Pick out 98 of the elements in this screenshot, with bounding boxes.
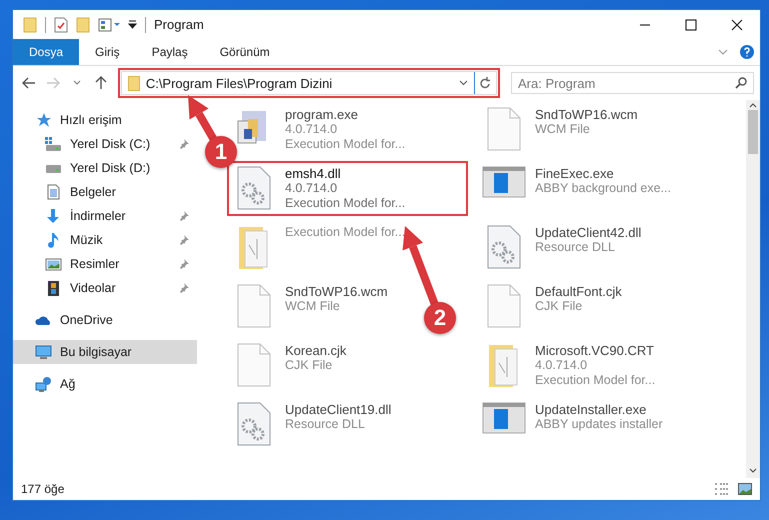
network-icon [35,376,52,392]
view-dropdown-icon[interactable] [98,18,120,32]
star-icon [35,112,52,128]
file-item[interactable]: SndToWP16.wcm WCM File [479,104,716,154]
file-detail: ABBY updates installer [535,417,663,432]
refresh-icon [479,76,492,90]
file-name: SndToWP16.wcm [535,107,638,122]
file-name: FineExec.exe [535,166,615,181]
gear-file-icon [487,225,521,269]
ribbon-tab[interactable]: Paylaş [136,39,204,65]
file-item[interactable]: FineExec.exe ABBY background exe... [479,163,716,201]
file-detail: WCM File [285,299,341,314]
file-item[interactable]: Korean.cjk CJK File [229,340,466,390]
pin-icon[interactable] [179,235,189,245]
sidebar-item[interactable]: Videolar [13,276,197,300]
file-detail: 4.0.714.0 [535,358,588,373]
sidebar-item[interactable]: Müzik [13,228,197,252]
file-name: program.exe [285,107,359,122]
file-detail: Execution Model for... [285,196,406,211]
file-name: Korean.cjk [285,343,346,358]
file-name: DefaultFont.cjk [535,284,622,299]
file-item[interactable]: UpdateInstaller.exe ABBY updates installer [479,399,716,437]
file-name: Microsoft.VC90.CRT [535,343,655,358]
search-icon [734,77,747,89]
window-title: Program [154,17,204,32]
details-view-icon[interactable] [714,483,730,495]
file-icon [487,284,521,328]
file-item[interactable]: DefaultFont.cjk CJK File [479,281,716,331]
maximize-icon [685,18,697,30]
scroll-up-icon[interactable] [749,102,757,108]
file-item[interactable]: Microsoft.VC90.CRT 4.0.714.0 Execution Model for... [479,340,716,392]
caret-icon[interactable] [128,20,137,29]
file-detail: 4.0.714.0 [285,181,338,196]
sidebar-item[interactable]: Yerel Disk (C:) [13,132,197,156]
file-name: UpdateInstaller.exe [535,402,648,417]
file-detail: Resource DLL [285,417,366,432]
file-detail: Execution Model for... [285,137,406,152]
pin-icon[interactable] [179,139,189,149]
file-icon [237,284,271,328]
chevron-icon [72,80,81,86]
sidebar-item[interactable]: Resimler [13,252,197,276]
forward-arrow-icon [46,77,60,89]
folder-icon [489,343,519,389]
folder-icon [128,76,140,90]
file-name: UpdateClient19.dll [285,402,392,417]
file-name: SndToWP16.wcm [285,284,388,299]
up-arrow-icon [94,76,107,90]
search-field[interactable]: Ara: Program [510,72,754,94]
file-detail: 4.0.714.0 [285,122,338,137]
file-detail: CJK File [285,358,334,373]
file-icon [487,107,521,151]
ribbon-tab[interactable]: Dosya [13,39,80,65]
file-detail: ABBY background exe... [535,181,671,196]
file-item[interactable]: UpdateClient42.dll Resource DLL [479,222,716,272]
minimize-icon [639,24,651,26]
pin-icon[interactable] [179,211,189,221]
file-detail: WCM File [535,122,591,137]
download-icon [45,208,62,224]
file-name: UpdateClient42.dll [535,225,642,240]
sidebar-item[interactable]: Hızlı erişim [13,108,197,132]
folder-icon [239,225,269,271]
pin-icon[interactable] [179,283,189,293]
file-item[interactable]: UpdateClient19.dll Resource DLL [229,399,466,449]
gear-file-icon [237,166,271,210]
sidebar-item[interactable]: Belgeler [13,180,197,204]
ribbon-tab[interactable]: Giriş [79,39,136,65]
video-icon [45,280,62,296]
scroll-down-icon[interactable] [749,468,757,474]
close-icon [731,18,743,30]
pictures-icon [45,256,62,272]
back-arrow-icon [22,77,36,89]
address-field[interactable]: C:\Program Files\Program Dizini [120,71,497,95]
file-detail: CJK File [535,299,584,314]
file-detail: Resource DLL [535,240,616,255]
item-count: 177 öğe [21,482,64,496]
sidebar-item[interactable]: Bu bilgisayar [13,340,197,364]
scrollbar[interactable] [746,100,760,478]
application-icon [482,402,526,434]
file-detail: Execution Model for... [285,225,406,240]
thumbnail-view-icon[interactable] [738,483,752,495]
file-detail: Execution Model for... [535,373,656,388]
drive-c-icon [45,136,62,152]
file-icon [237,343,271,387]
help-icon[interactable] [740,45,754,59]
scroll-thumb[interactable] [748,110,758,154]
computer-icon [35,344,52,360]
properties-icon[interactable] [54,16,68,32]
gear-file-icon [237,402,271,446]
sidebar-item[interactable]: Ağ [13,372,197,396]
sidebar-item[interactable]: OneDrive [13,308,197,332]
application-icon [482,166,526,198]
pin-icon[interactable] [179,259,189,269]
chevron-icon[interactable] [458,80,468,86]
sidebar-item[interactable]: Yerel Disk (D:) [13,156,197,180]
file-name: emsh4.dll [285,166,342,181]
sidebar-item[interactable]: İndirmeler [13,204,197,228]
document-icon [45,184,62,200]
ribbon-tab[interactable]: Görünüm [204,39,286,65]
